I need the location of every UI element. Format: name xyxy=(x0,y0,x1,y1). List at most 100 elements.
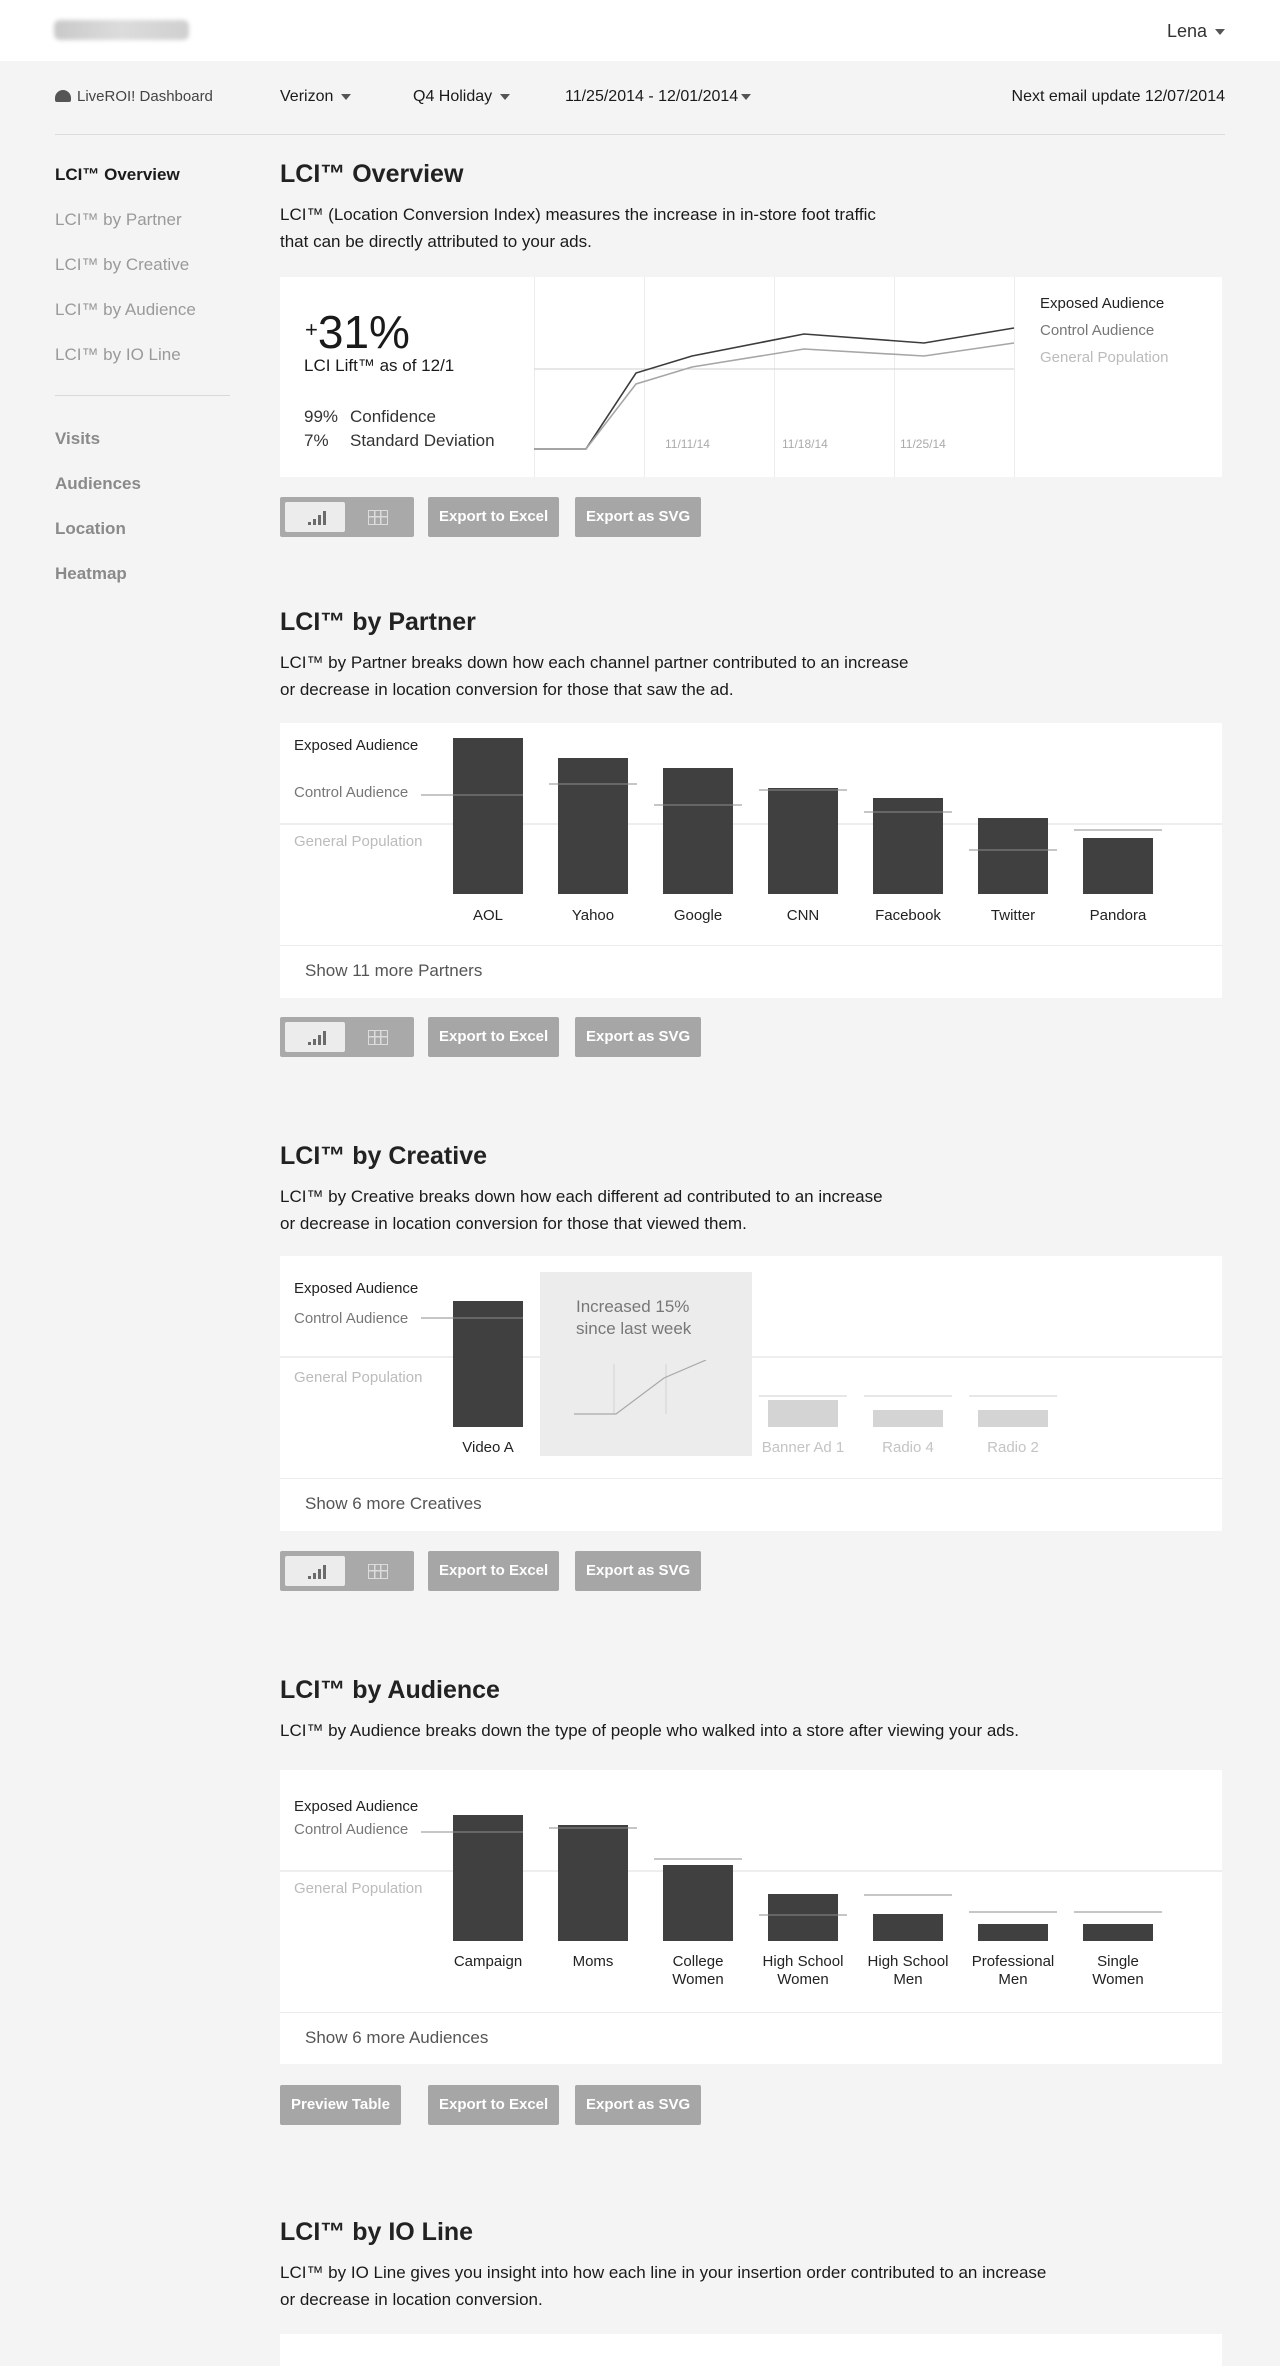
category-label: Yahoo xyxy=(572,907,614,924)
top-bar: Lena xyxy=(0,0,1280,61)
lift-sign: + xyxy=(305,317,318,342)
partner-value: Verizon xyxy=(280,88,334,105)
sidebar-item-partner[interactable]: LCI™ by Partner xyxy=(55,205,230,250)
category-label: Professional xyxy=(972,1953,1055,1970)
stddev-label: Standard Deviation xyxy=(350,431,495,450)
brand-logo[interactable] xyxy=(54,20,189,40)
sidebar-item-location[interactable]: Location xyxy=(55,514,230,559)
bar-6 xyxy=(1083,838,1153,894)
user-name: Lena xyxy=(1166,21,1207,41)
export-excel-button[interactable]: Export to Excel xyxy=(428,1017,560,1057)
bar-6 xyxy=(1083,1924,1153,1941)
lift-caption: LCI Lift™ as of 12/1 xyxy=(304,356,455,375)
sidebar-item-io-line[interactable]: LCI™ by IO Line xyxy=(55,340,230,385)
chevron-down-icon xyxy=(741,93,752,100)
category-label: High School xyxy=(868,1953,949,1970)
bar-5 xyxy=(978,1924,1048,1941)
show-more-creatives[interactable]: Show 6 more Creatives xyxy=(280,1478,1222,1530)
dashboard-label: LiveROI! Dashboard xyxy=(77,88,213,105)
bar-3 xyxy=(768,788,838,894)
date-range-value: 11/25/2014 - 12/01/2014 xyxy=(565,88,739,105)
section-title: LCI™ Overview xyxy=(280,160,464,188)
bar-4 xyxy=(873,1914,943,1941)
sidebar-item-creative[interactable]: LCI™ by Creative xyxy=(55,250,230,295)
confidence-value: 99% xyxy=(304,407,339,426)
user-menu[interactable]: Lena xyxy=(1167,21,1225,42)
table-icon xyxy=(368,1030,388,1045)
partner-dropdown[interactable]: Verizon xyxy=(280,88,352,106)
sidebar-item-audiences[interactable]: Audiences xyxy=(55,469,230,514)
category-label: Radio 2 xyxy=(987,1439,1039,1456)
export-excel-button[interactable]: Export to Excel xyxy=(428,2085,560,2125)
legend-general: General Population xyxy=(1040,349,1169,366)
show-more-audiences[interactable]: Show 6 more Audiences xyxy=(280,2012,1222,2064)
section-title: LCI™ by IO Line xyxy=(280,2218,474,2246)
audience-bar-chart: Campaign Moms CollegeWomenHigh SchoolWomen… xyxy=(280,1815,1222,1988)
chart-view-button[interactable] xyxy=(285,1022,345,1052)
chart-view-button[interactable] xyxy=(285,1556,345,1586)
category-label: Women xyxy=(1092,1971,1143,1988)
overview-card: +31% LCI Lift™ as of 12/1 99% Confidence … xyxy=(280,277,1222,477)
sidebar: LCI™ Overview LCI™ by Partner LCI™ by Cr… xyxy=(55,160,230,604)
export-svg-button[interactable]: Export as SVG xyxy=(575,1017,702,1057)
x-tick-label: 11/25/14 xyxy=(900,437,946,451)
table-view-button[interactable] xyxy=(348,502,408,532)
section-description: LCI™ by Audience breaks down the type of… xyxy=(280,1721,1019,1740)
tooltip-text: Increased 15% since last week xyxy=(576,1296,691,1340)
dashboard-link[interactable]: LiveROI! Dashboard xyxy=(55,88,213,105)
table-icon xyxy=(368,510,388,525)
export-svg-button[interactable]: Export as SVG xyxy=(575,1551,702,1591)
sidebar-item-audience[interactable]: LCI™ by Audience xyxy=(55,295,230,340)
sidebar-item-visits[interactable]: Visits xyxy=(55,424,230,469)
section-description: LCI™ by Partner breaks down how each cha… xyxy=(280,653,909,699)
export-excel-button[interactable]: Export to Excel xyxy=(428,1551,560,1591)
preview-table-button[interactable]: Preview Table xyxy=(280,2085,401,2125)
filter-bar: LiveROI! Dashboard Verizon Q4 Holiday 11… xyxy=(55,83,1225,135)
bar-3 xyxy=(768,1894,838,1941)
category-label: Men xyxy=(998,1971,1027,1988)
export-excel-button[interactable]: Export to Excel xyxy=(428,497,560,537)
confidence-row: 99% Confidence xyxy=(304,407,436,427)
trend-tooltip: Increased 15% since last week xyxy=(540,1272,752,1456)
category-label: Google xyxy=(674,907,722,924)
view-toggle xyxy=(280,497,414,537)
tooltip-line-2: since last week xyxy=(576,1319,692,1338)
category-label: Twitter xyxy=(991,907,1035,924)
table-icon xyxy=(368,1564,388,1579)
bar-5 xyxy=(978,818,1048,894)
category-label: Banner Ad 1 xyxy=(762,1439,845,1456)
bar-1 xyxy=(558,1825,628,1941)
bar-0 xyxy=(453,1301,523,1427)
sidebar-item-overview[interactable]: LCI™ Overview xyxy=(55,160,230,205)
category-label: Single xyxy=(1097,1953,1139,1970)
category-label: Facebook xyxy=(875,907,941,924)
bar-chart-icon xyxy=(308,511,328,525)
export-svg-button[interactable]: Export as SVG xyxy=(575,497,702,537)
campaign-dropdown[interactable]: Q4 Holiday xyxy=(413,88,511,106)
bar-2 xyxy=(663,1865,733,1941)
section-overview: LCI™ Overview LCI™ (Location Conversion … xyxy=(280,160,1222,540)
category-label: High School xyxy=(763,1953,844,1970)
category-label: Women xyxy=(672,1971,723,1988)
section-title: LCI™ by Partner xyxy=(280,608,476,636)
export-svg-button[interactable]: Export as SVG xyxy=(575,2085,702,2125)
date-range-dropdown[interactable]: 11/25/2014 - 12/01/2014 xyxy=(565,88,752,106)
bar-chart-icon xyxy=(308,1565,328,1579)
table-view-button[interactable] xyxy=(348,1022,408,1052)
chart-view-button[interactable] xyxy=(285,502,345,532)
bar-5 xyxy=(978,1410,1048,1427)
category-label: Pandora xyxy=(1090,907,1147,924)
bar-3 xyxy=(768,1400,838,1427)
show-more-partners[interactable]: Show 11 more Partners xyxy=(280,945,1222,997)
section-title: LCI™ by Creative xyxy=(280,1142,488,1170)
view-toggle xyxy=(280,1551,414,1591)
x-tick-label: 11/18/14 xyxy=(782,437,828,451)
legend-control: Control Audience xyxy=(1040,322,1155,339)
section-description: LCI™ by IO Line gives you insight into h… xyxy=(280,2263,1047,2309)
bar-chart-icon xyxy=(308,1031,328,1045)
bar-2 xyxy=(663,768,733,894)
table-view-button[interactable] xyxy=(348,1556,408,1586)
chevron-down-icon xyxy=(500,93,511,100)
sidebar-item-heatmap[interactable]: Heatmap xyxy=(55,559,230,604)
legend-exposed: Exposed Audience xyxy=(1040,295,1165,312)
